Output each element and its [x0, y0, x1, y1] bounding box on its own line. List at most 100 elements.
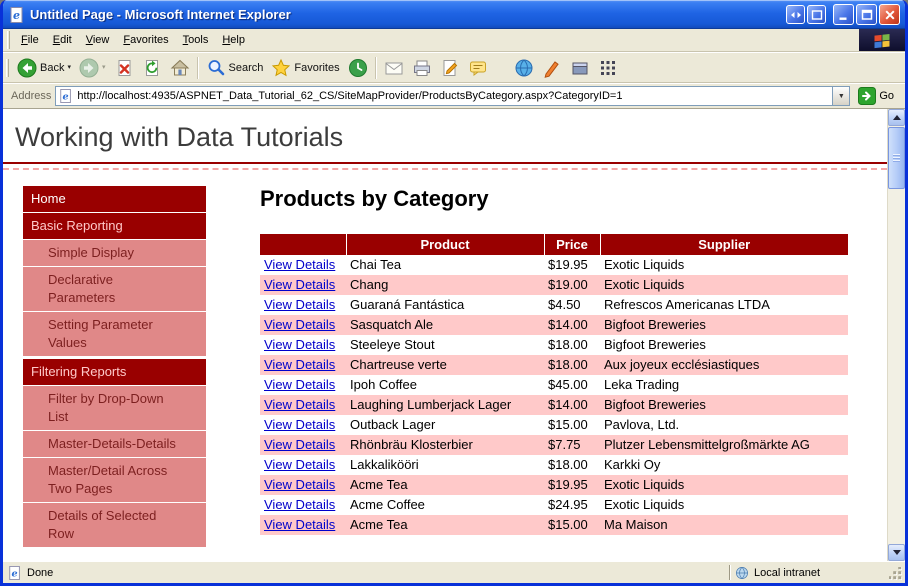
vertical-scrollbar[interactable] — [887, 109, 905, 561]
back-button[interactable]: Back ▾ — [13, 55, 75, 81]
menu-bar: File Edit View Favorites Tools Help — [3, 29, 905, 52]
view-details-link[interactable]: View Details — [264, 377, 335, 392]
mail-button[interactable] — [380, 55, 408, 81]
status-panel: e Done — [8, 565, 725, 580]
sidebar-item[interactable]: Master-Details-Details — [23, 431, 206, 457]
product-name: Acme Tea — [350, 477, 408, 492]
view-details-link[interactable]: View Details — [264, 437, 335, 452]
menu-view[interactable]: View — [79, 30, 117, 50]
maximize-button[interactable] — [856, 4, 877, 25]
addon-grid-button[interactable] — [594, 55, 622, 81]
view-details-link[interactable]: View Details — [264, 257, 335, 272]
view-details-link[interactable]: View Details — [264, 337, 335, 352]
forward-button[interactable]: ▾ — [75, 55, 110, 81]
favorites-button[interactable]: Favorites — [267, 55, 343, 81]
sidebar-item[interactable]: Simple Display — [23, 240, 206, 266]
product-name: Guaraná Fantástica — [350, 297, 465, 312]
header-supplier: Supplier — [599, 234, 848, 255]
address-input[interactable]: e http://localhost:4935/ASPNET_Data_Tuto… — [55, 86, 851, 106]
scroll-up-button[interactable] — [888, 109, 905, 126]
product-price: $19.00 — [548, 277, 588, 292]
extra-button-2[interactable] — [807, 5, 826, 24]
sidebar-item[interactable]: Declarative Parameters — [23, 267, 206, 311]
addon-box-button[interactable] — [566, 55, 594, 81]
table-header-row: Product Price Supplier — [260, 234, 848, 255]
supplier-name: Plutzer Lebensmittelgroßmärkte AG — [604, 437, 810, 452]
back-dropdown-icon: ▾ — [67, 64, 71, 71]
menu-favorites[interactable]: Favorites — [116, 30, 175, 50]
view-details-link[interactable]: View Details — [264, 497, 335, 512]
view-details-link[interactable]: View Details — [264, 517, 335, 532]
print-button[interactable] — [408, 55, 436, 81]
svg-text:e: e — [13, 9, 20, 22]
view-details-link[interactable]: View Details — [264, 357, 335, 372]
print-icon — [412, 58, 432, 78]
address-dropdown-icon[interactable]: ▼ — [832, 87, 850, 105]
product-price: $15.00 — [548, 517, 588, 532]
sidebar-item[interactable]: Details of Selected Row — [23, 503, 206, 547]
discuss-button[interactable] — [464, 55, 492, 81]
refresh-button[interactable] — [138, 55, 166, 81]
product-row: View Details Chai Tea $19.95 Exotic Liquids — [260, 255, 848, 275]
minimize-button[interactable] — [833, 4, 854, 25]
supplier-name: Ma Maison — [604, 517, 668, 532]
product-price: $19.95 — [548, 477, 588, 492]
close-button[interactable] — [879, 4, 900, 25]
product-row: View Details Acme Coffee $24.95 Exotic Liqu… — [260, 495, 848, 515]
resize-grip-icon[interactable] — [888, 566, 903, 581]
search-button[interactable]: Search — [202, 55, 268, 81]
sidebar-item[interactable]: Setting Parameter Values — [23, 312, 206, 356]
supplier-name: Exotic Liquids — [604, 257, 685, 272]
addon-globe-button[interactable] — [510, 55, 538, 81]
menu-file[interactable]: File — [14, 30, 46, 50]
product-price: $45.00 — [548, 377, 588, 392]
svg-text:e: e — [12, 568, 18, 579]
sidebar-item[interactable]: Home — [23, 186, 206, 212]
scroll-down-button[interactable] — [888, 544, 905, 561]
product-name: Steeleye Stout — [350, 337, 435, 352]
view-details-link[interactable]: View Details — [264, 297, 335, 312]
menu-tools[interactable]: Tools — [176, 30, 216, 50]
browser-window: e Untitled Page - Microsoft Internet Exp… — [0, 0, 908, 586]
view-details-link[interactable]: View Details — [264, 397, 335, 412]
sidebar-item[interactable]: Master/Detail Across Two Pages — [23, 458, 206, 502]
toolbar-grip[interactable] — [6, 58, 9, 77]
view-details-link[interactable]: View Details — [264, 417, 335, 432]
maximize-icon — [861, 9, 873, 21]
menu-help[interactable]: Help — [215, 30, 252, 50]
supplier-name: Exotic Liquids — [604, 277, 685, 292]
back-icon — [17, 58, 37, 78]
home-button[interactable] — [166, 55, 194, 81]
product-price: $14.00 — [548, 397, 588, 412]
window-icon — [811, 9, 823, 21]
view-details-link[interactable]: View Details — [264, 457, 335, 472]
product-name: Chartreuse verte — [350, 357, 447, 372]
ie-page-icon: e — [9, 6, 25, 23]
edit-button[interactable] — [436, 55, 464, 81]
scrollbar-thumb[interactable] — [888, 127, 905, 189]
go-button[interactable]: Go — [854, 87, 902, 105]
product-price: $18.00 — [548, 337, 588, 352]
product-price: $18.00 — [548, 457, 588, 472]
discuss-icon — [468, 58, 488, 78]
grid-icon — [598, 58, 618, 78]
view-details-link[interactable]: View Details — [264, 477, 335, 492]
toolbar-separator — [374, 56, 377, 79]
stop-button[interactable] — [110, 55, 138, 81]
product-row: View Details Acme Tea $19.95 Exotic Liquids — [260, 475, 848, 495]
history-button[interactable] — [344, 55, 372, 81]
menubar-grip[interactable] — [7, 31, 10, 49]
sidebar-item[interactable]: Basic Reporting — [23, 213, 206, 239]
sidebar-item[interactable]: Filter by Drop-Down List — [23, 386, 206, 430]
extra-button-1[interactable] — [786, 5, 805, 24]
product-price: $24.95 — [548, 497, 588, 512]
addon-pen-button[interactable] — [538, 55, 566, 81]
view-details-link[interactable]: View Details — [264, 277, 335, 292]
scrollbar-track[interactable] — [888, 126, 905, 544]
sidebar-item[interactable]: Filtering Reports — [23, 359, 206, 385]
back-label: Back — [40, 61, 65, 74]
menu-edit[interactable]: Edit — [46, 30, 79, 50]
supplier-name: Exotic Liquids — [604, 497, 685, 512]
view-details-link[interactable]: View Details — [264, 317, 335, 332]
title-bar[interactable]: e Untitled Page - Microsoft Internet Exp… — [3, 0, 905, 29]
